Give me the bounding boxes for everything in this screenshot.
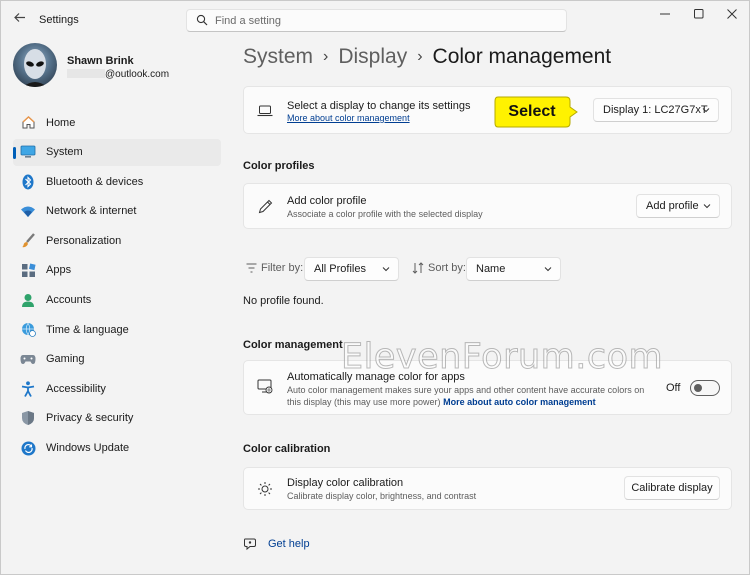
close-icon[interactable] — [715, 5, 749, 25]
auto-color-card: Automatically manage color for apps Auto… — [243, 360, 732, 415]
select-callout: Select — [494, 96, 578, 128]
account-icon — [19, 291, 37, 309]
globe-clock-icon — [19, 321, 37, 339]
add-color-profile-subtitle: Associate a color profile with the selec… — [287, 209, 483, 219]
calibration-subtitle: Calibrate display color, brightness, and… — [287, 491, 477, 501]
sidebar-item-bluetooth-devices[interactable]: Bluetooth & devices — [13, 168, 221, 195]
breadcrumb-separator-icon: › — [323, 48, 329, 65]
bluetooth-icon — [19, 173, 37, 191]
sidebar-item-privacy-security[interactable]: Privacy & security — [13, 405, 221, 432]
display-color-icon — [256, 377, 274, 395]
auto-color-title: Automatically manage color for apps — [287, 371, 465, 383]
shield-icon — [19, 409, 37, 427]
sidebar-item-time-language[interactable]: Time & language — [13, 316, 221, 343]
get-help-link[interactable]: Get help — [243, 537, 310, 551]
sidebar-item-gaming[interactable]: Gaming — [13, 346, 221, 373]
auto-color-subtitle-1: Auto color management makes sure your ap… — [287, 385, 645, 395]
toggle-state-label: Off — [666, 382, 681, 394]
sidebar-nav: Home System Bluetooth & devices Network … — [13, 109, 221, 464]
email-redacted — [67, 69, 105, 78]
laptop-icon — [256, 102, 274, 120]
app-title: Settings — [39, 14, 79, 26]
breadcrumb-system[interactable]: System — [243, 45, 313, 68]
search-box[interactable] — [186, 9, 567, 32]
chevron-down-icon — [382, 267, 390, 272]
sidebar-item-apps[interactable]: Apps — [13, 257, 221, 284]
chevron-down-icon — [703, 204, 711, 209]
pen-icon — [256, 197, 274, 215]
filter-icon — [246, 263, 257, 273]
color-management-link[interactable]: More about color management — [287, 113, 410, 123]
apps-icon — [19, 261, 37, 279]
calibration-card: Display color calibration Calibrate disp… — [243, 467, 732, 510]
user-email: @outlook.com — [67, 69, 169, 80]
sidebar-item-accessibility[interactable]: Accessibility — [13, 375, 221, 402]
home-icon — [19, 114, 37, 132]
color-profiles-heading: Color profiles — [243, 160, 315, 172]
display-dropdown[interactable]: Display 1: LC27G7xT — [593, 98, 719, 122]
sidebar-item-personalization[interactable]: Personalization — [13, 227, 221, 254]
color-management-heading: Color management — [243, 339, 343, 351]
add-color-profile-card: Add color profile Associate a color prof… — [243, 183, 732, 229]
brightness-icon — [256, 480, 274, 498]
add-color-profile-title: Add color profile — [287, 195, 367, 207]
search-input[interactable] — [215, 13, 545, 29]
sidebar-item-home[interactable]: Home — [13, 109, 221, 136]
maximize-icon[interactable] — [682, 5, 716, 25]
filter-dropdown[interactable]: All Profiles — [304, 257, 399, 281]
sidebar-item-accounts[interactable]: Accounts — [13, 287, 221, 314]
help-icon — [244, 538, 256, 551]
page-title: Color management — [432, 45, 612, 68]
breadcrumb: System › Display › Color management — [243, 45, 611, 69]
display-select-card: Select a display to change its settings … — [243, 86, 732, 134]
back-arrow-icon[interactable] — [10, 11, 28, 29]
gamepad-icon — [19, 350, 37, 368]
auto-color-subtitle-2: this display (this may use more power) M… — [287, 397, 596, 407]
sidebar-item-system[interactable]: System — [13, 138, 221, 166]
callout-text: Select — [508, 103, 556, 120]
user-name: Shawn Brink — [67, 55, 134, 67]
avatar[interactable] — [13, 43, 57, 87]
minimize-icon[interactable] — [648, 5, 682, 25]
system-icon — [19, 143, 37, 161]
sort-dropdown[interactable]: Name — [466, 257, 561, 281]
filter-label: Filter by: — [261, 262, 304, 274]
accessibility-icon — [19, 380, 37, 398]
display-dropdown-value: Display 1: LC27G7xT — [603, 104, 708, 116]
update-icon — [19, 439, 37, 457]
brush-icon — [19, 232, 37, 250]
sort-label: Sort by: — [428, 262, 466, 274]
auto-color-link[interactable]: More about auto color management — [443, 397, 596, 407]
breadcrumb-separator-icon: › — [417, 48, 423, 65]
auto-color-toggle[interactable] — [690, 380, 720, 396]
sidebar-item-windows-update[interactable]: Windows Update — [13, 435, 221, 462]
chevron-down-icon — [544, 267, 552, 272]
calibrate-display-button[interactable]: Calibrate display — [624, 476, 720, 500]
sort-icon — [412, 262, 424, 274]
breadcrumb-display[interactable]: Display — [338, 45, 407, 68]
settings-window: Settings Shawn Brink @outlook.com — [0, 0, 750, 575]
add-profile-button[interactable]: Add profile — [636, 194, 720, 218]
no-profile-text: No profile found. — [243, 295, 324, 307]
display-select-title: Select a display to change its settings — [287, 100, 471, 112]
search-icon — [196, 14, 208, 26]
calibration-title: Display color calibration — [287, 477, 404, 489]
sidebar-item-network-internet[interactable]: Network & internet — [13, 198, 221, 225]
title-bar: Settings — [1, 1, 750, 39]
color-calibration-heading: Color calibration — [243, 443, 331, 455]
chevron-down-icon — [702, 108, 710, 113]
wifi-icon — [19, 202, 37, 220]
